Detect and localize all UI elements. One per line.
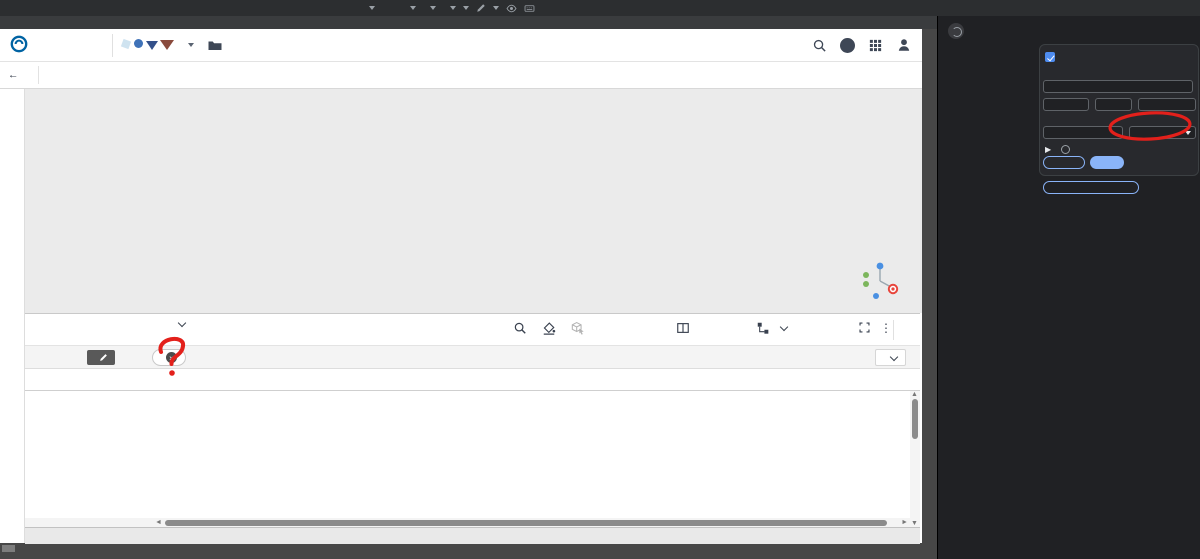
columns-button[interactable] [676, 321, 695, 335]
help-icon[interactable] [840, 38, 855, 53]
chevron-down-icon [463, 6, 469, 10]
save-button[interactable] [1090, 156, 1124, 169]
pencil-icon [99, 353, 108, 362]
group-bar: × [25, 346, 920, 369]
back-arrow-icon: ← [8, 69, 19, 81]
device-width-input[interactable] [1043, 98, 1089, 111]
select-in-3d-icon [571, 321, 585, 335]
model-mesh [25, 89, 922, 313]
vscroll-thumb[interactable] [912, 399, 918, 439]
table-search-button[interactable] [513, 321, 527, 335]
ua-string-input[interactable] [1043, 126, 1123, 139]
badge-icon[interactable] [524, 3, 535, 14]
hscroll-thumb[interactable] [165, 520, 887, 526]
trimble-logo-icon [10, 35, 28, 53]
brand [10, 35, 35, 53]
apps-grid-icon[interactable] [868, 38, 883, 53]
custom-device-checkbox[interactable] [1045, 52, 1055, 62]
emulated-page: ← [0, 16, 937, 559]
user-avatar-icon[interactable] [896, 37, 912, 53]
navigation-gizmo[interactable] [858, 259, 904, 301]
back-button[interactable]: ← [8, 69, 22, 81]
device-pixel-ratio-input[interactable] [1138, 98, 1196, 111]
info-icon [1061, 145, 1070, 154]
device-name-input[interactable] [1043, 80, 1193, 93]
trimble-connect-app: ← [0, 29, 922, 543]
toolbar-divider [38, 66, 39, 84]
expand-panel-button[interactable] [858, 321, 871, 334]
table-header-row [25, 369, 920, 391]
panel-toolbar: ⋮ [25, 314, 920, 346]
table-total-row [25, 527, 920, 544]
preset-dropdown[interactable] [875, 349, 906, 366]
chevron-down-icon [369, 6, 375, 10]
chevron-down-icon [178, 319, 186, 327]
chevron-down-icon [430, 6, 436, 10]
search-icon[interactable] [812, 38, 827, 53]
ua-type-select[interactable] [1129, 126, 1196, 139]
horizontal-scrollbar[interactable]: ◄ ► [25, 518, 910, 527]
device-height-input[interactable] [1095, 98, 1132, 111]
scroll-up-icon[interactable]: ▲ [911, 391, 918, 398]
remove-chip-icon[interactable]: × [166, 352, 177, 363]
chevron-down-icon [410, 6, 416, 10]
screen: ← [0, 0, 1200, 559]
pen-icon[interactable] [476, 3, 486, 13]
chevron-down-icon [890, 352, 898, 360]
chevron-down-icon [1185, 131, 1191, 135]
project-thumbnail[interactable] [122, 38, 178, 52]
vertical-scrollbar[interactable]: ▲ ▼ [910, 391, 920, 527]
device-toolbar-cluster [362, 0, 535, 16]
ua-client-hints-row: ▶ [1045, 145, 1075, 154]
chevron-down-icon [450, 6, 456, 10]
panel-toolbar-divider [893, 320, 894, 340]
folder-icon[interactable] [207, 37, 223, 53]
data-table-panel: ⋮ × [25, 313, 920, 543]
scroll-right-icon[interactable]: ► [901, 518, 908, 527]
scroll-down-icon[interactable]: ▼ [911, 520, 918, 527]
bottom-fragment [2, 545, 15, 552]
color-by-button[interactable] [542, 321, 556, 335]
header-divider [112, 34, 113, 57]
organizer-icon [756, 321, 770, 335]
add-custom-device-button[interactable] [1043, 181, 1139, 194]
devtools-device-toolbar [0, 0, 1200, 16]
left-rail [0, 89, 25, 543]
model-viewport[interactable] [25, 89, 922, 313]
scroll-left-icon[interactable]: ◄ [155, 518, 162, 527]
viewer-toolbar: ← [0, 62, 922, 89]
panel-more-icon[interactable]: ⋮ [880, 321, 892, 335]
group-by-chip[interactable] [87, 350, 115, 365]
chevron-down-icon [780, 323, 788, 331]
scope-dropdown[interactable] [172, 322, 185, 326]
select-in-3d-button[interactable] [571, 321, 590, 335]
chevron-down-icon [493, 6, 499, 10]
group-name-chip[interactable]: × [152, 349, 186, 366]
media-query-strip [0, 16, 937, 29]
project-dropdown-icon[interactable] [188, 43, 194, 47]
devtools-settings-panel: ▶ [937, 16, 1200, 559]
devtools-logo-icon [948, 23, 964, 39]
save-to-organizer-button[interactable] [756, 321, 787, 335]
vision-deficiency-icon[interactable] [506, 3, 517, 14]
table-body [25, 391, 920, 527]
app-header [0, 29, 922, 62]
disclosure-icon[interactable]: ▶ [1045, 145, 1051, 154]
cancel-button[interactable] [1043, 156, 1085, 169]
columns-icon [676, 321, 690, 335]
